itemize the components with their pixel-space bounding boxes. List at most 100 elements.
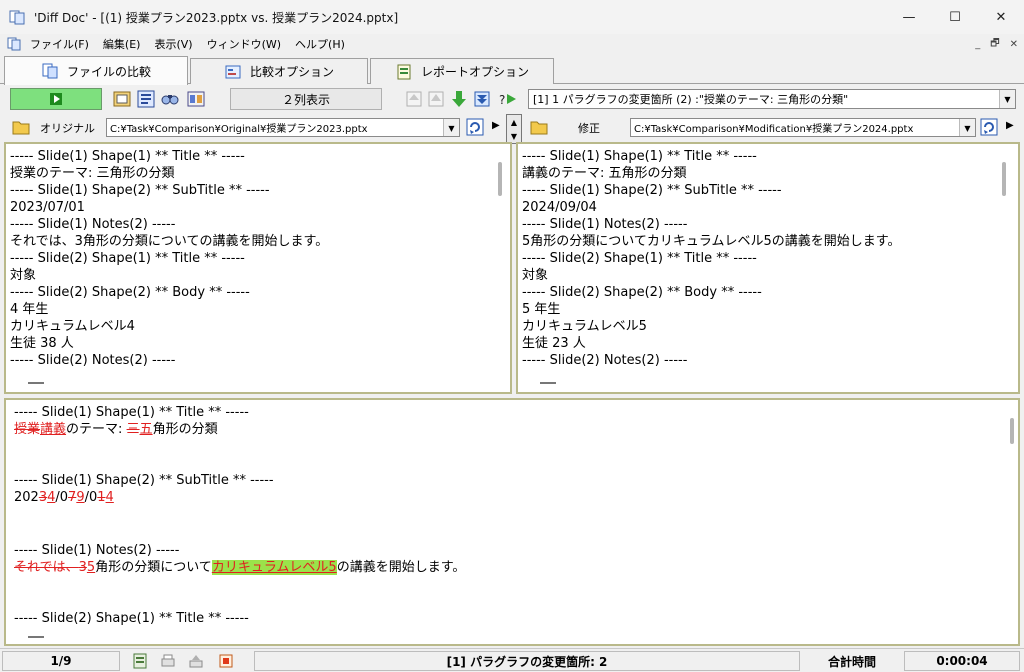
jump-diff-icon[interactable]: ? — [498, 89, 518, 109]
inserted-text: 講義 — [40, 422, 67, 437]
text-line: ----- Slide(1) Shape(1) ** Title ** ----… — [10, 149, 245, 164]
tab-file-compare[interactable]: ファイルの比較 — [4, 56, 188, 85]
stop-icon[interactable] — [218, 653, 234, 669]
inserted-text: 4 — [105, 490, 114, 505]
original-path-select[interactable]: C:¥Task¥Comparison¥Original¥授業プラン2023.pp… — [106, 118, 460, 137]
modified-text-pane[interactable]: ----- Slide(1) Shape(1) ** Title ** ----… — [516, 142, 1020, 394]
view-mode-button[interactable]: ２列表示 — [230, 88, 382, 110]
report-icon[interactable] — [136, 89, 156, 109]
vertical-scrollbar[interactable] — [1010, 418, 1014, 444]
text-line: 5角形の分類についてカリキュラムレベル5の講義を開始します。 — [522, 234, 901, 249]
last-diff-icon[interactable] — [472, 89, 492, 109]
text-line: ----- Slide(1) Notes(2) ----- — [10, 217, 176, 232]
text-line: ----- Slide(2) Shape(2) ** Body ** ----- — [10, 285, 250, 300]
unchanged-text: 角形の分類 — [152, 422, 218, 437]
original-text-pane[interactable]: ----- Slide(1) Shape(1) ** Title ** ----… — [4, 142, 512, 394]
text-line: 講義のテーマ: 五角形の分類 — [522, 166, 687, 181]
pane-split-spinner[interactable]: ▲ ▼ — [506, 114, 522, 144]
first-diff-icon[interactable] — [404, 89, 424, 109]
diff-section-header: ----- Slide(1) Shape(1) ** Title ** ----… — [14, 405, 249, 420]
mdi-close-button[interactable]: ✕ — [1010, 39, 1018, 50]
inserted-text: 5 — [86, 560, 96, 575]
tab-compare-options[interactable]: 比較オプション — [190, 58, 368, 84]
deleted-text: 1 — [97, 490, 106, 505]
folder-icon[interactable] — [530, 119, 548, 135]
unchanged-text: /0 — [55, 490, 69, 505]
text-line: 5 年生 — [522, 302, 561, 317]
prev-diff-icon[interactable] — [426, 89, 446, 109]
document-view-icon[interactable] — [132, 653, 148, 669]
sync-view-icon[interactable] — [186, 89, 206, 109]
next-diff-icon[interactable] — [449, 89, 469, 109]
diff-result-pane[interactable]: ----- Slide(1) Shape(1) ** Title ** ----… — [4, 398, 1020, 646]
status-message: [1] パラグラフの変更箇所: 2 — [254, 651, 800, 671]
folder-icon[interactable] — [12, 119, 30, 135]
close-button[interactable]: ✕ — [978, 0, 1024, 34]
elapsed-time: 0:00:04 — [904, 651, 1020, 671]
run-compare-button[interactable] — [10, 88, 102, 110]
inserted-text: 五 — [139, 422, 153, 437]
menu-help[interactable]: ヘルプ(H) — [295, 36, 345, 52]
text-line: ----- Slide(1) Shape(1) ** Title ** ----… — [522, 149, 757, 164]
original-path-value: C:¥Task¥Comparison¥Original¥授業プラン2023.pp… — [110, 124, 368, 135]
inserted-highlighted-text: カリキュラムレベル5 — [211, 560, 337, 575]
diff-line: 20234/079/014 — [14, 489, 114, 506]
tab-report-options[interactable]: レポートオプション — [370, 58, 554, 84]
text-line: ----- Slide(2) Shape(1) ** Title ** ----… — [522, 251, 757, 266]
down-arrow-icon[interactable]: ▼ — [511, 132, 517, 141]
horizontal-scrollbar[interactable] — [540, 382, 556, 384]
horizontal-scrollbar[interactable] — [28, 636, 44, 638]
difference-selector[interactable]: [1] 1 パラグラフの変更箇所 (2) :"授業のテーマ: 三角形の分類" ▼ — [528, 89, 1016, 109]
vertical-scrollbar[interactable] — [498, 162, 502, 196]
tab-strip: ファイルの比較 比較オプション レポートオプション — [0, 56, 1024, 85]
menu-file[interactable]: ファイル(F) — [30, 36, 89, 52]
window-title: 'Diff Doc' - [(1) 授業プラン2023.pptx vs. 授業プ… — [34, 10, 399, 25]
text-line: ----- Slide(2) Notes(2) ----- — [522, 353, 688, 368]
inserted-text: 9 — [76, 490, 85, 505]
text-line: それでは、3角形の分類についての講義を開始します。 — [10, 234, 329, 249]
chevron-down-icon[interactable]: ▼ — [443, 119, 459, 136]
maximize-button[interactable]: ☐ — [932, 0, 978, 34]
chevron-down-icon[interactable]: ▼ — [999, 90, 1015, 108]
open-files-icon[interactable] — [112, 89, 132, 109]
refresh-icon[interactable] — [980, 118, 998, 136]
text-line: ----- Slide(2) Shape(1) ** Title ** ----… — [10, 251, 245, 266]
document-icon — [7, 37, 21, 51]
play-icon[interactable]: ▶ — [492, 120, 500, 131]
text-line: ----- Slide(2) Shape(2) ** Body ** ----- — [522, 285, 762, 300]
mdi-restore-button[interactable]: 🗗 — [990, 36, 999, 53]
modified-path-value: C:¥Task¥Comparison¥Modification¥授業プラン202… — [634, 124, 914, 135]
deleted-text: 三 — [126, 422, 140, 437]
refresh-icon[interactable] — [466, 118, 484, 136]
text-line: ----- Slide(1) Shape(2) ** SubTitle ** -… — [10, 183, 270, 198]
play-icon[interactable]: ▶ — [1006, 120, 1014, 131]
modified-path-select[interactable]: C:¥Task¥Comparison¥Modification¥授業プラン202… — [630, 118, 976, 137]
menu-window[interactable]: ウィンドウ(W) — [207, 36, 281, 52]
unchanged-text: 202 — [14, 490, 39, 505]
horizontal-scrollbar[interactable] — [28, 382, 44, 384]
text-line: ----- Slide(1) Notes(2) ----- — [522, 217, 688, 232]
print-icon[interactable] — [160, 653, 176, 669]
mdi-minimize-button[interactable]: _ — [975, 39, 980, 50]
diff-section-header: ----- Slide(1) Shape(2) ** SubTitle ** -… — [14, 473, 274, 488]
chevron-down-icon[interactable]: ▼ — [959, 119, 975, 136]
menu-edit[interactable]: 編集(E) — [103, 36, 141, 52]
text-line: カリキュラムレベル4 — [10, 319, 135, 334]
vertical-scrollbar[interactable] — [1002, 162, 1006, 196]
elapsed-time-label: 合計時間 — [827, 654, 876, 669]
difference-selector-value: [1] 1 パラグラフの変更箇所 (2) :"授業のテーマ: 三角形の分類" — [533, 93, 849, 106]
unchanged-text: 角形の分類について — [95, 560, 212, 575]
modified-label: 修正 — [578, 122, 600, 135]
tab-label: ファイルの比較 — [66, 64, 151, 79]
up-arrow-icon[interactable]: ▲ — [511, 118, 517, 127]
diff-section-header: ----- Slide(2) Shape(1) ** Title ** ----… — [14, 611, 249, 626]
diff-line: 授業講義のテーマ: 三五角形の分類 — [14, 421, 218, 438]
minimize-button[interactable]: — — [886, 0, 932, 34]
export-icon[interactable] — [188, 653, 204, 669]
find-icon[interactable] — [160, 89, 180, 109]
unchanged-text: の講義を開始します。 — [336, 560, 466, 575]
menu-view[interactable]: 表示(V) — [154, 36, 192, 52]
diff-line: それでは、35角形の分類についてカリキュラムレベル5の講義を開始します。 — [14, 559, 465, 576]
svg-text:?: ? — [499, 93, 505, 107]
page-indicator: 1/9 — [2, 651, 120, 671]
